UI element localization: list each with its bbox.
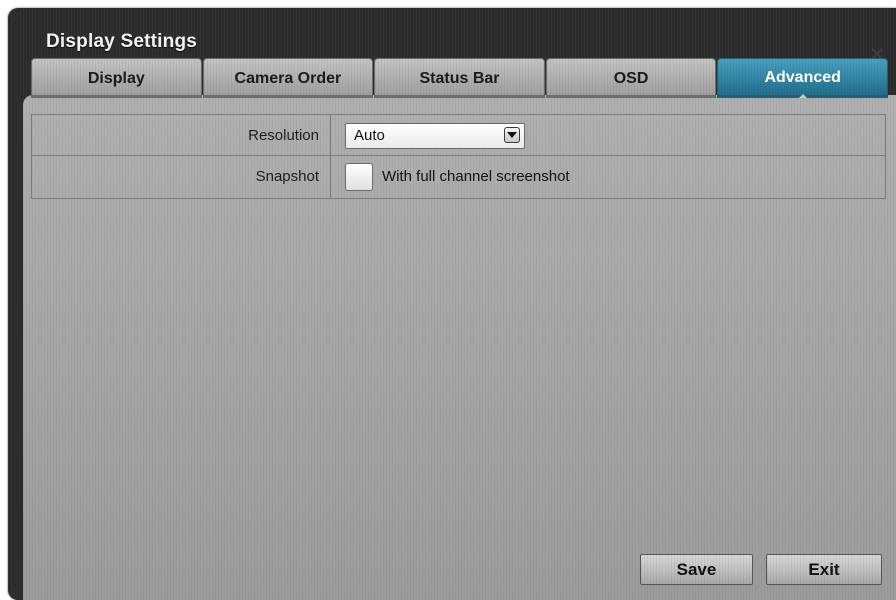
snapshot-value-cell: With full channel screenshot <box>331 156 885 198</box>
resolution-label: Resolution <box>32 115 331 155</box>
tab-status-bar[interactable]: Status Bar <box>374 58 545 98</box>
exit-button[interactable]: Exit <box>766 554 882 585</box>
tab-display[interactable]: Display <box>31 58 202 98</box>
full-channel-screenshot-checkbox[interactable] <box>345 163 373 191</box>
resolution-selected-value: Auto <box>354 127 385 144</box>
save-button[interactable]: Save <box>640 554 753 585</box>
chevron-down-icon[interactable] <box>504 127 520 143</box>
resolution-row: Resolution Auto <box>32 115 885 156</box>
advanced-settings-form: Resolution Auto Snapshot With full chann… <box>31 114 886 199</box>
snapshot-row: Snapshot With full channel screenshot <box>32 156 885 198</box>
snapshot-label: Snapshot <box>32 156 331 198</box>
resolution-value-cell: Auto <box>331 115 885 155</box>
full-channel-screenshot-label[interactable]: With full channel screenshot <box>382 156 570 198</box>
tab-bar: Display Camera Order Status Bar OSD Adva… <box>31 58 888 100</box>
tab-advanced[interactable]: Advanced <box>717 58 888 98</box>
tab-osd[interactable]: OSD <box>545 58 717 98</box>
window-title: Display Settings <box>46 31 198 52</box>
resolution-select[interactable]: Auto <box>345 123 525 149</box>
tab-camera-order[interactable]: Camera Order <box>202 58 374 98</box>
